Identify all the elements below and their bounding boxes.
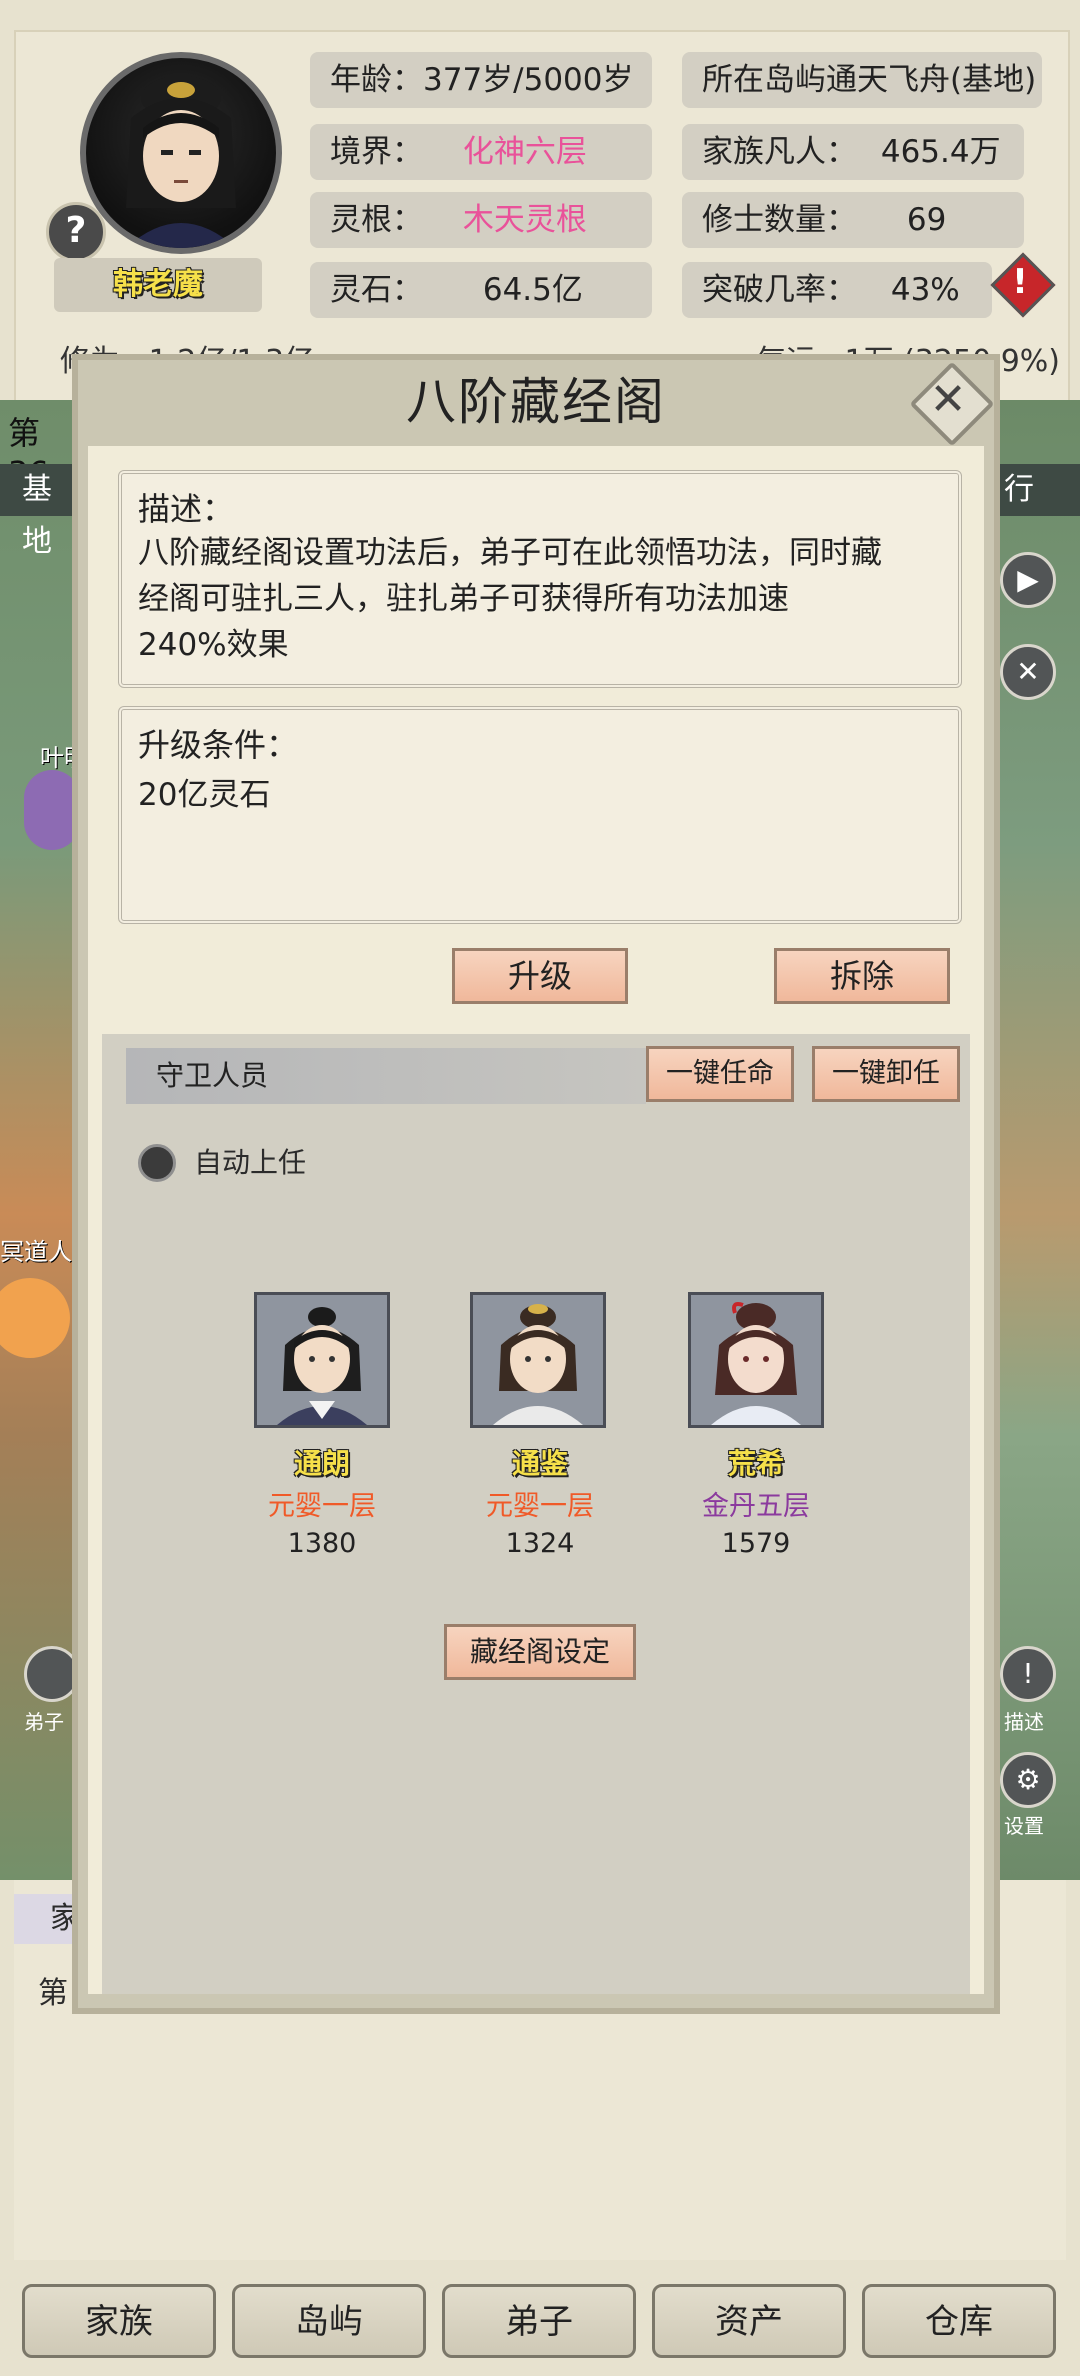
breakthrough-value: 43% — [890, 272, 960, 308]
realm-label: 境界： — [330, 134, 423, 170]
root-value: 木天灵根 — [462, 202, 587, 238]
demolish-button[interactable]: 拆除 — [774, 948, 950, 1004]
description-box: 描述： 八阶藏经阁设置功法后，弟子可在此领悟功法，同时藏 经阁可驻扎三人，驻扎弟… — [118, 470, 962, 688]
nav-assets[interactable]: 资产 — [652, 2284, 846, 2358]
description-heading: 描述： — [138, 490, 235, 528]
disciple-portrait[interactable] — [688, 1292, 824, 1428]
upgrade-heading: 升级条件： — [138, 726, 299, 764]
settings-gear-icon[interactable]: ⚙ — [1000, 1752, 1056, 1808]
bg-char-label-2: 冥道人 — [0, 1238, 72, 1266]
disciple-realm: 元婴一层 — [268, 1491, 376, 1522]
close-modal-button[interactable]: ✕ — [909, 361, 995, 447]
cultivators-stat: 修士数量： 69 — [682, 192, 1024, 248]
description-line-2: 经阁可驻扎三人，驻扎弟子可获得所有功法加速 — [138, 581, 789, 617]
bg-bottom-tab[interactable]: 家 — [14, 1894, 80, 1944]
spirit-root-stat: 灵根： 木天灵根 — [310, 192, 652, 248]
auto-assign-label: 自动上任 — [194, 1146, 307, 1179]
modal-title: 八阶藏经阁 — [406, 373, 666, 431]
realm-value: 化神六层 — [462, 134, 587, 170]
disciple-name: 荒希 — [727, 1447, 784, 1480]
stones-label: 灵石： — [330, 272, 423, 308]
close-circle-icon[interactable]: ✕ — [1000, 644, 1056, 700]
realm-stat: 境界： 化神六层 — [310, 124, 652, 180]
library-settings-button[interactable]: 藏经阁设定 — [444, 1624, 636, 1680]
disciple-name: 通鉴 — [511, 1447, 568, 1480]
disciple-portrait[interactable] — [254, 1292, 390, 1428]
settings-side-label: 设置 — [1004, 1814, 1044, 1838]
bg-bottom-text: 第 — [38, 1976, 68, 2011]
nav-disciples[interactable]: 弟子 — [442, 2284, 636, 2358]
cultivators-label: 修士数量： — [702, 202, 857, 238]
nav-islands[interactable]: 岛屿 — [232, 2284, 426, 2358]
auto-assign-radio[interactable] — [138, 1144, 176, 1182]
cultivators-value: 69 — [906, 202, 947, 238]
age-stat: 年龄：377岁/5000岁 — [310, 52, 652, 108]
upgrade-button[interactable]: 升级 — [452, 948, 628, 1004]
breakthrough-label: 突破几率： — [702, 272, 857, 308]
appoint-all-button[interactable]: 一键任命 — [646, 1046, 794, 1102]
location-text: 所在岛屿通天飞舟(基地) — [702, 62, 1037, 98]
mortals-value: 465.4万 — [880, 134, 1001, 170]
nav-family[interactable]: 家族 — [22, 2284, 216, 2358]
disciple-value: 1324 — [505, 1528, 575, 1559]
disciple-realm: 元婴一层 — [486, 1491, 594, 1522]
describe-side-label: 描述 — [1004, 1710, 1044, 1734]
description-line-3: 240%效果 — [138, 627, 289, 663]
disciple-value: 1579 — [721, 1528, 791, 1559]
upgrade-cost: 20亿灵石 — [138, 777, 271, 813]
mortals-stat: 家族凡人： 465.4万 — [682, 124, 1024, 180]
spirit-stones-stat: 灵石： 64.5亿 — [310, 262, 652, 318]
disciple-realm: 金丹五层 — [702, 1491, 810, 1522]
description-line-1: 八阶藏经阁设置功法后，弟子可在此领悟功法，同时藏 — [138, 535, 882, 571]
player-avatar[interactable] — [80, 52, 282, 254]
mortals-label: 家族凡人： — [702, 134, 857, 170]
disciple-side-label: 弟子 — [24, 1710, 64, 1734]
help-button[interactable]: ? — [46, 202, 106, 262]
character-name: 韩老魔 — [54, 258, 262, 312]
age-text: 年龄：377岁/5000岁 — [330, 62, 634, 98]
location-stat: 所在岛屿通天飞舟(基地) — [682, 52, 1042, 108]
guard-title: 守卫人员 — [126, 1048, 646, 1104]
nav-warehouse[interactable]: 仓库 — [862, 2284, 1056, 2358]
bg-tab-base: 基地 — [0, 464, 72, 559]
warning-mark: ! — [1012, 262, 1028, 302]
stones-value: 64.5亿 — [482, 272, 583, 308]
root-label: 灵根： — [330, 202, 423, 238]
close-icon: ✕ — [929, 374, 967, 425]
describe-side-icon[interactable]: ! — [1000, 1646, 1056, 1702]
play-icon[interactable]: ▶ — [1000, 552, 1056, 608]
dismiss-all-button[interactable]: 一键卸任 — [812, 1046, 960, 1102]
upgrade-conditions-box: 升级条件： 20亿灵石 — [118, 706, 962, 924]
disciple-value: 1380 — [287, 1528, 357, 1559]
disciple-name: 通朗 — [293, 1447, 350, 1480]
bg-tab-right: 行 — [1000, 464, 1080, 516]
disciple-portrait[interactable] — [470, 1292, 606, 1428]
breakthrough-stat: 突破几率： 43% — [682, 262, 992, 318]
